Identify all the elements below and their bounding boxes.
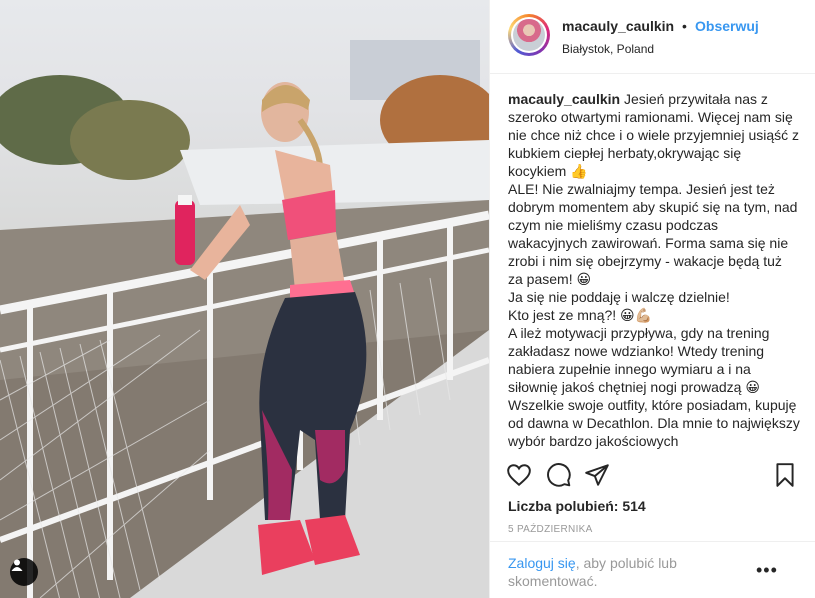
more-options-icon[interactable]: •••: [756, 560, 778, 581]
login-link[interactable]: Zaloguj się: [508, 555, 576, 571]
post-photo[interactable]: [0, 0, 489, 598]
post-sidebar: macauly_caulkin • Obserwuj Białystok, Po…: [489, 0, 815, 598]
avatar[interactable]: [508, 14, 550, 56]
photo-illustration: [0, 40, 489, 598]
login-prompt: Zaloguj się, aby polubić lub skomentować…: [508, 554, 748, 590]
caption-line: ALE! Nie zwalniajmy tempa. Jesień jest t…: [508, 181, 798, 287]
likes-count[interactable]: Liczba polubień: 514: [508, 498, 646, 514]
photo-trees-mid: [70, 100, 190, 180]
caption-line: Wszelkie swoje outfity, które posiadam, …: [508, 397, 800, 449]
separator-dot: •: [682, 18, 687, 34]
follow-button[interactable]: Obserwuj: [695, 18, 759, 34]
heart-icon[interactable]: [506, 462, 532, 488]
share-paper-plane-icon[interactable]: [584, 462, 610, 488]
post-date[interactable]: 5 PAŹDZIERNIKA: [508, 524, 593, 535]
caption: macauly_caulkin Jesień przywitała nas z …: [508, 90, 800, 450]
location-link[interactable]: Białystok, Poland: [562, 42, 654, 56]
tagged-user-icon[interactable]: [10, 558, 38, 586]
caption-line: Ja się nie poddaję i walczę dzielnie!: [508, 289, 730, 305]
caption-author-link[interactable]: macauly_caulkin: [508, 91, 620, 107]
post-header: macauly_caulkin • Obserwuj Białystok, Po…: [490, 0, 815, 74]
caption-line: A ileż motywacji przypływa, gdy na treni…: [508, 325, 770, 395]
caption-line: Kto jest ze mną?! 😀💪🏼: [508, 307, 653, 323]
bookmark-icon[interactable]: [772, 462, 798, 488]
action-bar: [490, 456, 815, 496]
instagram-post: macauly_caulkin • Obserwuj Białystok, Po…: [0, 0, 815, 598]
comment-bubble-icon[interactable]: [546, 462, 572, 488]
username-link[interactable]: macauly_caulkin: [562, 18, 674, 34]
comment-footer: Zaloguj się, aby polubić lub skomentować…: [490, 541, 815, 598]
